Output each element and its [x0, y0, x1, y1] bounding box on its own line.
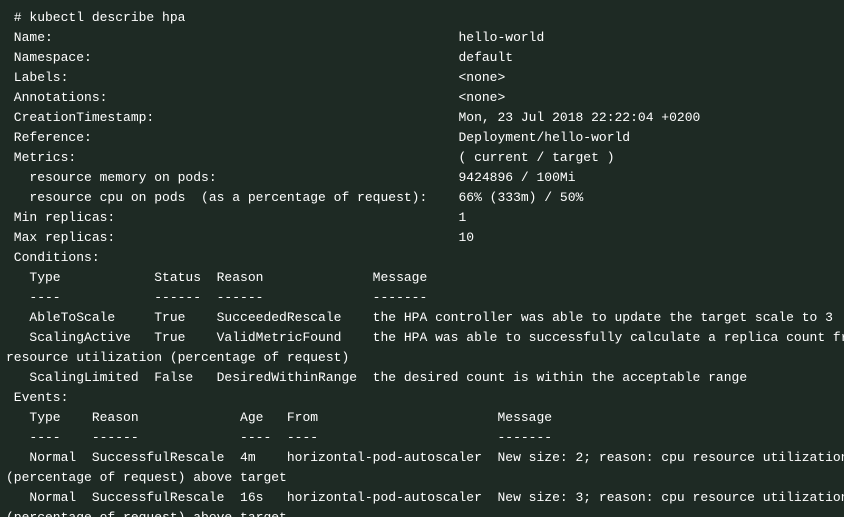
terminal-output: # kubectl describe hpa Name: hello-world… — [0, 0, 844, 517]
